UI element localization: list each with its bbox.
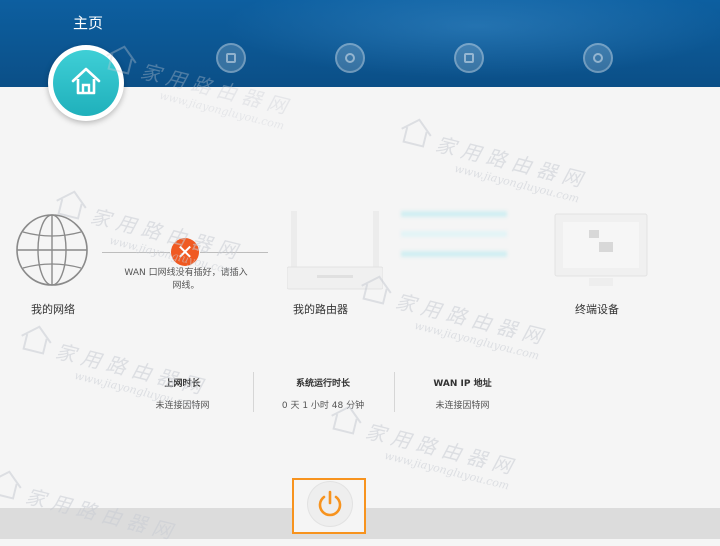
wan-ip-title: WAN IP 地址	[433, 379, 492, 389]
home-tab-button[interactable]	[48, 45, 124, 121]
watermark-house-icon	[21, 325, 52, 355]
devices-icon	[454, 43, 484, 73]
wan-ip-value: 未连接因特网	[435, 401, 490, 411]
more-icon	[583, 43, 613, 73]
nav-more-label	[553, 22, 643, 34]
router-icon[interactable]	[286, 211, 384, 299]
watermark-house-icon	[401, 118, 432, 148]
system-uptime-stat: 系统运行时长 0 天 1 小时 48 分钟	[268, 376, 378, 411]
my-router-label: 我的路由器	[293, 303, 348, 316]
wan-ip-stat: WAN IP 地址 未连接因特网	[420, 376, 505, 411]
nav-devices-label	[424, 22, 514, 34]
terminal-device-icon[interactable]	[553, 212, 649, 294]
home-tab-circle	[53, 50, 119, 116]
wifi-signal-indicator	[401, 207, 507, 267]
online-duration-value: 未连接因特网	[155, 401, 210, 411]
internet-icon	[216, 43, 246, 73]
wifi-icon	[335, 43, 365, 73]
online-duration-title: 上网时长	[164, 379, 201, 389]
watermark-house-icon	[0, 470, 22, 500]
watermark: 家用路由器网 www.jiayongluyou.com	[361, 275, 552, 363]
system-uptime-title: 系统运行时长	[295, 379, 350, 389]
wan-error-message: WAN 口网线没有插好，请插入网线。	[124, 268, 248, 291]
nav-devices-tab[interactable]	[424, 22, 514, 73]
my-network-label: 我的网络	[31, 303, 75, 316]
nav-internet-tab[interactable]	[186, 22, 276, 73]
watermark: 家用路由器网 www.jiayongluyou.com	[401, 118, 592, 206]
online-duration-stat: 上网时长 未连接因特网	[140, 376, 225, 411]
power-button[interactable]	[308, 482, 352, 526]
system-uptime-value: 0 天 1 小时 48 分钟	[281, 401, 365, 411]
stat-divider	[394, 372, 395, 412]
nav-wifi-label	[305, 22, 395, 34]
nav-more-tab[interactable]	[553, 22, 643, 73]
wan-link-line	[102, 252, 170, 253]
power-icon	[318, 490, 342, 517]
stat-divider	[253, 372, 254, 412]
wan-link-line-right	[200, 252, 268, 253]
home-tab-label: 主页	[72, 14, 103, 32]
disconnected-x-icon: ✕	[171, 238, 199, 266]
nav-internet-label	[186, 22, 276, 34]
terminal-devices-label: 终端设备	[575, 303, 619, 316]
house-icon	[71, 67, 101, 95]
nav-wifi-tab[interactable]	[305, 22, 395, 73]
globe-icon[interactable]	[15, 213, 89, 291]
watermark: 家用路由器网 www.jiayongluyou.com	[331, 405, 522, 493]
